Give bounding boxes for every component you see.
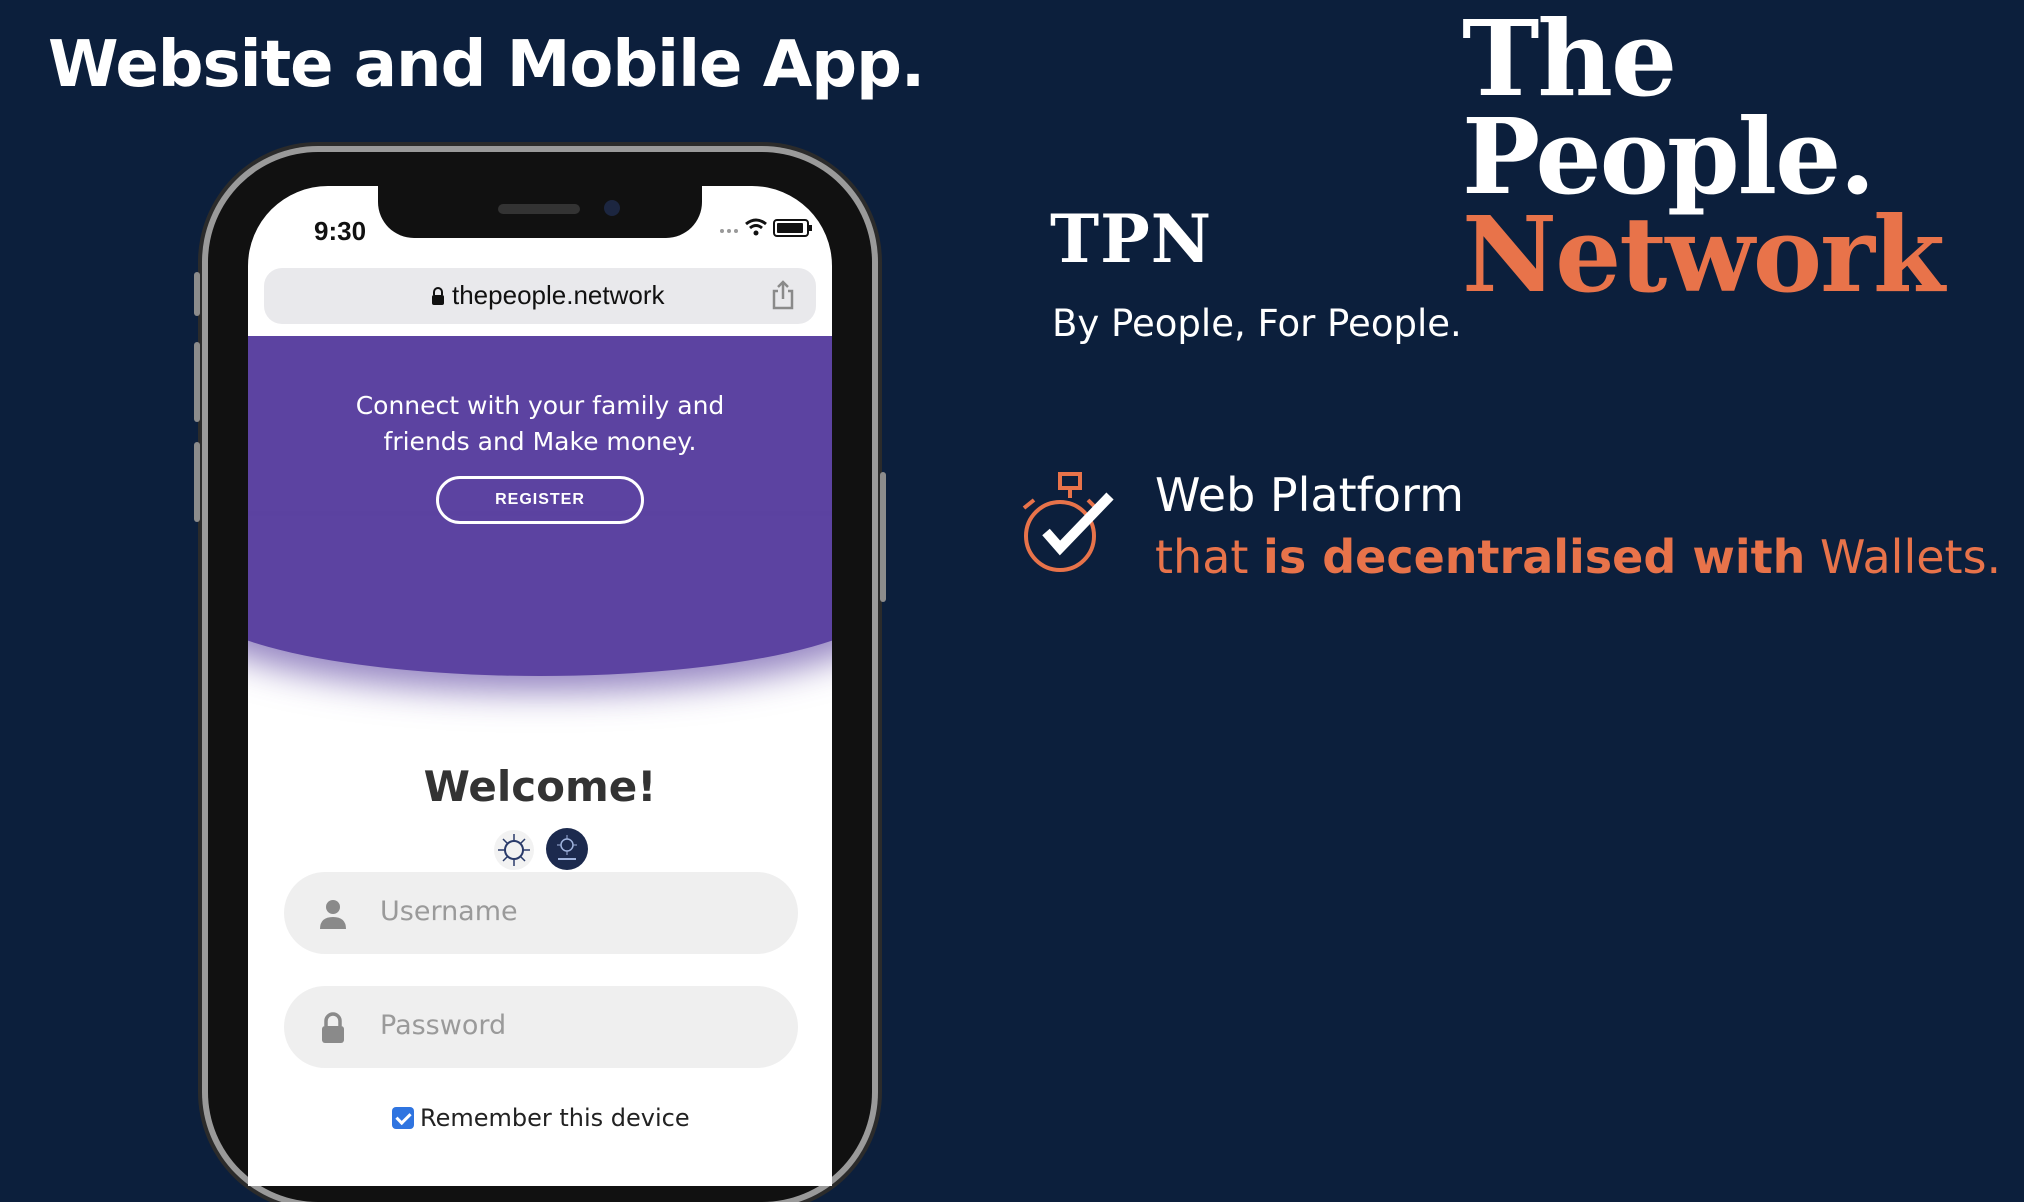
phone-power-button [880, 472, 886, 602]
browser-url-bar[interactable]: thepeople.network [264, 268, 816, 324]
hero-text: Connect with your family and friends and… [248, 388, 832, 460]
front-camera [604, 200, 620, 216]
brand-short-name: TPN [1050, 200, 1213, 278]
feature-subtitle: that is decentralised with Wallets. [1155, 530, 2001, 584]
phone-screen: 9:30 thepeople.network Connect with your… [248, 186, 832, 1186]
slide-title: Website and Mobile App. [48, 28, 925, 102]
phone-volume-down [194, 442, 200, 522]
user-icon [320, 900, 346, 929]
username-field[interactable]: Username [284, 872, 798, 954]
lock-icon [322, 1012, 344, 1043]
feature-subtitle-bold: is decentralised with [1263, 530, 1806, 584]
phone-volume-up [194, 342, 200, 422]
hero-text-line-2: friends and Make money. [383, 427, 697, 456]
username-placeholder: Username [380, 896, 518, 927]
register-button[interactable]: REGISTER [436, 476, 644, 524]
welcome-heading: Welcome! [423, 762, 657, 811]
hero-text-line-1: Connect with your family and [355, 391, 725, 420]
feature-title: Web Platform [1155, 468, 1464, 522]
stopwatch-check-icon [1022, 472, 1114, 572]
brand-logo-line-2: People. [1462, 95, 1876, 218]
remember-device-label: Remember this device [420, 1104, 690, 1132]
brand-logo-line-3: Network [1462, 193, 1945, 316]
wifi-icon [745, 218, 767, 236]
lock-icon [432, 287, 444, 305]
battery-icon [773, 219, 812, 237]
share-icon[interactable] [770, 280, 796, 310]
the-people-network-badge [546, 828, 588, 870]
browser-url: thepeople.network [452, 280, 665, 310]
phone-side-button [194, 272, 200, 316]
status-icons [720, 218, 812, 237]
tpn-logo-badge [494, 830, 534, 870]
feature-block: Web Platform that is decentralised with … [1020, 468, 2001, 598]
feature-subtitle-suffix: Wallets. [1805, 530, 2002, 584]
phone-notch [378, 186, 702, 238]
password-placeholder: Password [380, 1010, 507, 1041]
remember-device-checkbox[interactable]: Remember this device [392, 1104, 690, 1132]
brand-logo: The People. Network [1462, 0, 1945, 316]
speaker-grille [498, 204, 580, 214]
hero-banner-curve [248, 516, 832, 676]
brand-tagline: By People, For People. [1052, 302, 1462, 345]
password-field[interactable]: Password [284, 986, 798, 1068]
feature-subtitle-prefix: that [1155, 530, 1264, 584]
brand-logo-line-1: The [1462, 0, 1677, 120]
phone-mockup: 9:30 thepeople.network Connect with your… [194, 152, 886, 1202]
status-time: 9:30 [314, 216, 367, 246]
